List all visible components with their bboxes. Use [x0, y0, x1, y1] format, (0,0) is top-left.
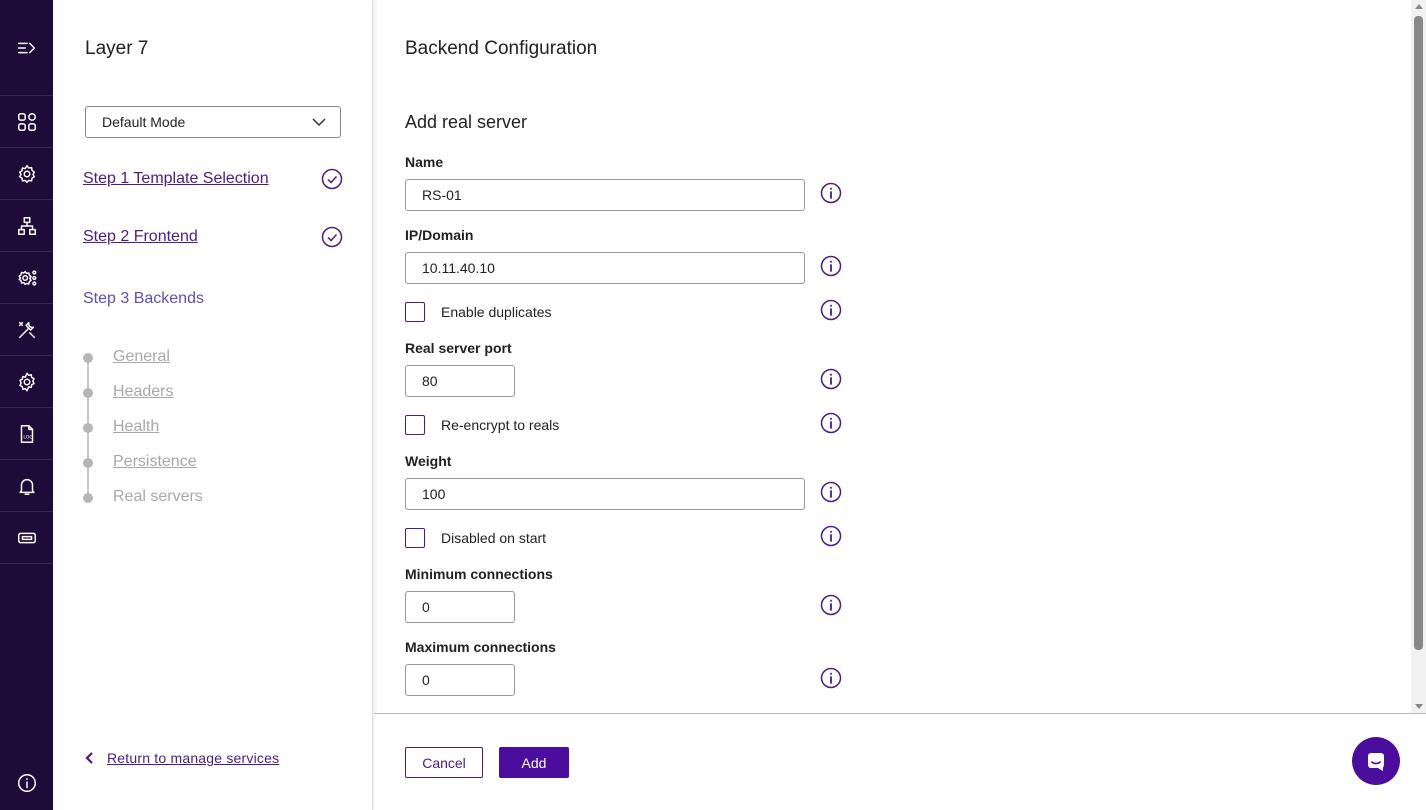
svg-text:LOG: LOG [23, 434, 33, 440]
min-connections-label: Minimum connections [405, 566, 553, 582]
license-ticket-icon [17, 532, 36, 543]
step-complete-check-icon [321, 226, 343, 248]
wizard-panel: Layer 7 Default Mode Step 1 Template Sel… [53, 0, 373, 810]
info-icon[interactable] [820, 368, 842, 390]
name-input[interactable] [405, 179, 805, 211]
chat-button[interactable] [1352, 737, 1400, 785]
main-scrollbar[interactable] [1411, 0, 1426, 713]
substep-dot [83, 493, 93, 503]
min-connections-input[interactable] [405, 591, 515, 623]
ip-domain-label: IP/Domain [405, 227, 474, 243]
expand-menu-icon [17, 42, 35, 54]
step-complete-check-icon [321, 168, 343, 190]
disabled-on-start-checkbox[interactable] [405, 528, 425, 548]
substep-label: Persistence [113, 453, 197, 470]
rail-info-button[interactable] [0, 757, 53, 809]
expand-menu-button[interactable] [0, 22, 53, 74]
disabled-on-start-label: Disabled on start [441, 530, 547, 546]
info-icon[interactable] [820, 255, 842, 277]
log-file-icon: LOG [20, 424, 33, 443]
rail-license-button[interactable] [0, 512, 53, 564]
section-title: Add real server [405, 112, 528, 132]
name-label: Name [405, 154, 444, 170]
enable-duplicates-label: Enable duplicates [441, 304, 552, 320]
substep-label: Health [113, 418, 160, 435]
substep-dot [83, 423, 93, 433]
rail-notifications-button[interactable] [0, 460, 53, 512]
cluster-settings-icon [17, 269, 36, 286]
rail-logs-button[interactable]: LOG [0, 408, 53, 460]
info-icon[interactable] [820, 667, 842, 689]
rail-dashboard-button[interactable] [0, 96, 53, 148]
return-to-manage-services-link[interactable]: Return to manage services [83, 750, 279, 766]
enable-duplicates-checkbox[interactable] [405, 302, 425, 322]
info-icon[interactable] [820, 594, 842, 616]
icon-rail: LOG [0, 0, 53, 810]
substep-label: General [113, 348, 170, 365]
reencrypt-checkbox[interactable] [405, 415, 425, 435]
substep-dot [83, 458, 93, 468]
scroll-up-arrow-icon[interactable] [1415, 4, 1423, 9]
chevron-down-icon [312, 118, 326, 127]
info-icon[interactable] [820, 412, 842, 434]
wizard-title: Layer 7 [85, 38, 149, 59]
cancel-button[interactable]: Cancel [405, 747, 483, 778]
services-gear-icon [18, 164, 35, 183]
substep-label: Real servers [113, 488, 203, 505]
settings-gear-icon [18, 372, 35, 391]
max-connections-label: Maximum connections [405, 639, 556, 655]
info-icon[interactable] [820, 182, 842, 204]
reencrypt-label: Re-encrypt to reals [441, 417, 560, 433]
substep-dot [83, 353, 93, 363]
max-connections-input[interactable] [405, 664, 515, 696]
step-template-selection[interactable]: Step 1 Template Selection [83, 170, 269, 188]
rail-tools-button[interactable] [0, 304, 53, 356]
rail-settings-button[interactable] [0, 356, 53, 408]
form-footer: Cancel Add [374, 713, 1426, 810]
page-title: Backend Configuration [405, 38, 598, 59]
rail-network-button[interactable] [0, 200, 53, 252]
port-input[interactable] [405, 365, 515, 397]
info-icon[interactable] [820, 299, 842, 321]
chat-icon [1368, 753, 1384, 771]
chevron-left-icon [85, 752, 93, 764]
bell-icon [18, 478, 35, 495]
tools-icon [18, 321, 35, 338]
network-icon [17, 216, 36, 235]
scroll-down-arrow-icon[interactable] [1415, 704, 1423, 709]
dashboard-icon [17, 112, 36, 131]
rail-cluster-button[interactable] [0, 252, 53, 304]
main-content: Backend Configuration Add real server Na… [374, 0, 1426, 713]
step-frontend[interactable]: Step 2 Frontend [83, 228, 198, 246]
weight-label: Weight [405, 453, 452, 469]
rail-services-button[interactable] [0, 148, 53, 200]
add-button[interactable]: Add [499, 747, 569, 778]
return-link-label: Return to manage services [107, 750, 280, 766]
step-backends: Step 3 Backends [83, 290, 204, 307]
substep-dot [83, 388, 93, 398]
weight-input[interactable] [405, 478, 805, 510]
scroll-thumb[interactable] [1414, 16, 1423, 650]
mode-select-value: Default Mode [102, 114, 186, 130]
info-icon[interactable] [820, 525, 842, 547]
info-icon[interactable] [820, 481, 842, 503]
substep-label: Headers [113, 383, 174, 400]
mode-select[interactable]: Default Mode [85, 106, 341, 138]
port-label: Real server port [405, 340, 512, 356]
ip-domain-input[interactable] [405, 252, 805, 284]
info-icon [17, 774, 36, 792]
